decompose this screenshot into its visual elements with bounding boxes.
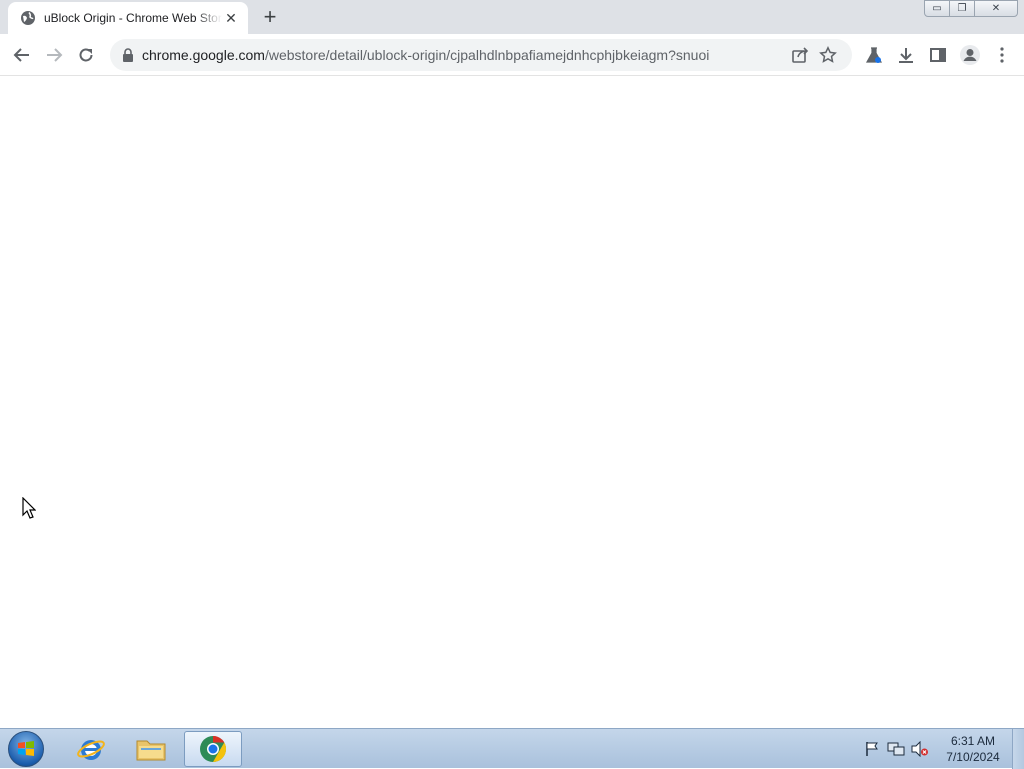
back-button[interactable]	[6, 39, 38, 71]
mouse-cursor-icon	[22, 496, 37, 524]
clock-date: 7/10/2024	[946, 750, 1000, 764]
toolbar-actions	[858, 39, 1018, 71]
volume-muted-icon[interactable]	[910, 739, 930, 759]
browser-toolbar: chrome.google.com/webstore/detail/ublock…	[0, 34, 1024, 76]
browser-tab[interactable]: uBlock Origin - Chrome Web Store ✕	[8, 2, 248, 34]
menu-icon[interactable]	[986, 39, 1018, 71]
system-tray	[862, 729, 934, 769]
page-content[interactable]	[0, 77, 1024, 728]
taskbar: 6:31 AM 7/10/2024	[0, 728, 1024, 769]
taskbar-chrome[interactable]	[184, 731, 242, 767]
minimize-button[interactable]: ▭	[924, 0, 950, 17]
url-path: /webstore/detail/ublock-origin/cjpalhdln…	[264, 47, 710, 63]
url-text[interactable]: chrome.google.com/webstore/detail/ublock…	[142, 47, 786, 63]
bookmark-star-icon[interactable]	[814, 41, 842, 69]
maximize-button[interactable]: ❐	[949, 0, 975, 17]
network-icon[interactable]	[886, 739, 906, 759]
clock-time: 6:31 AM	[950, 734, 996, 748]
extensions-lab-icon[interactable]	[858, 39, 890, 71]
address-bar[interactable]: chrome.google.com/webstore/detail/ublock…	[110, 39, 852, 71]
start-button[interactable]	[4, 730, 48, 768]
forward-icon	[47, 47, 63, 62]
new-tab-button[interactable]: +	[256, 4, 284, 30]
reload-icon	[79, 48, 93, 61]
window-controls: ▭ ❐ ✕	[924, 0, 1018, 17]
windows-logo-icon	[8, 731, 44, 767]
forward-button[interactable]	[38, 39, 70, 71]
globe-icon	[20, 10, 36, 26]
reload-button[interactable]	[70, 39, 102, 71]
taskbar-windows-explorer[interactable]	[122, 731, 180, 767]
profile-icon[interactable]	[954, 39, 986, 71]
internet-explorer-icon	[77, 740, 105, 760]
tab-strip: uBlock Origin - Chrome Web Store ✕ + ▭ ❐…	[0, 0, 1024, 34]
share-icon[interactable]	[786, 41, 814, 69]
back-icon	[13, 47, 29, 62]
tab-close-icon[interactable]: ✕	[222, 9, 240, 27]
close-window-button[interactable]: ✕	[974, 0, 1018, 17]
chrome-icon	[200, 735, 227, 763]
show-desktop-button[interactable]	[1012, 729, 1024, 769]
taskbar-internet-explorer[interactable]	[62, 731, 120, 767]
download-icon[interactable]	[890, 39, 922, 71]
url-host: chrome.google.com	[142, 47, 265, 63]
taskbar-clock[interactable]: 6:31 AM 7/10/2024	[936, 733, 1010, 765]
tab-title: uBlock Origin - Chrome Web Store	[44, 11, 222, 25]
side-panel-icon[interactable]	[922, 39, 954, 71]
lock-icon[interactable]	[120, 47, 136, 63]
folder-icon	[136, 740, 166, 761]
action-center-flag-icon[interactable]	[862, 739, 882, 759]
